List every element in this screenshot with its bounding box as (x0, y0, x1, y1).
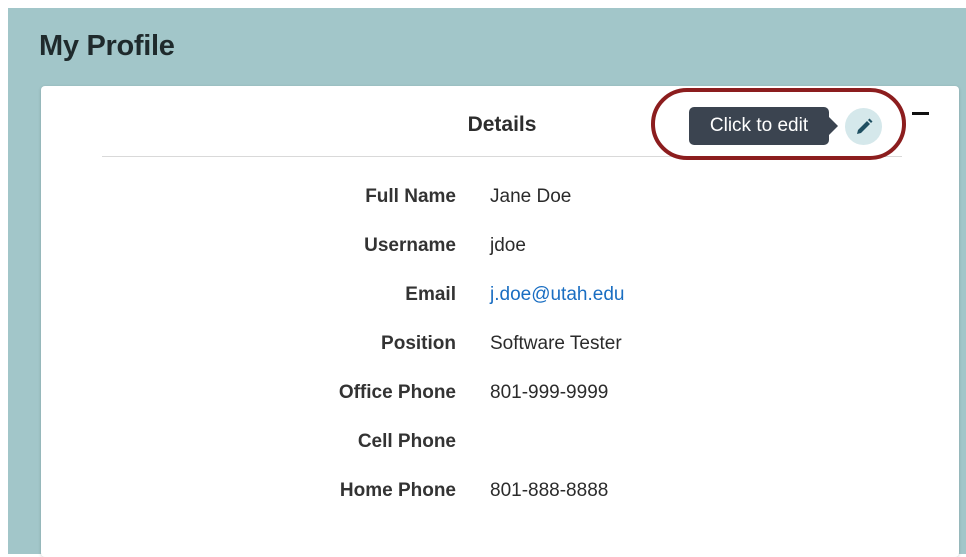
detail-row-username: Username jdoe (41, 235, 959, 265)
detail-row-position: Position Software Tester (41, 333, 959, 363)
pencil-icon (856, 118, 872, 134)
page-title: My Profile (39, 30, 175, 62)
detail-label: Full Name (365, 186, 456, 207)
minus-icon (912, 112, 929, 115)
email-link[interactable]: j.doe@utah.edu (490, 284, 624, 306)
profile-card: Details Click to edit Full Name Jane Doe… (41, 86, 959, 557)
detail-label: Office Phone (338, 382, 456, 403)
detail-row-office-phone: Office Phone 801-999-9999 (41, 382, 959, 412)
edit-button[interactable] (845, 108, 882, 145)
detail-value: jdoe (490, 235, 526, 256)
detail-row-home-phone: Home Phone 801-888-8888 (41, 480, 959, 510)
edit-tooltip: Click to edit (689, 107, 838, 145)
page-background: My Profile Details Click to edit Full Na… (8, 8, 966, 557)
detail-label: Home Phone (339, 480, 456, 501)
detail-row-email: Email j.doe@utah.edu (41, 284, 959, 314)
detail-row-cell-phone: Cell Phone (41, 431, 959, 461)
detail-value: Jane Doe (490, 186, 572, 207)
detail-value: 801-999-9999 (490, 382, 609, 403)
detail-label: Username (364, 235, 456, 256)
detail-value: Software Tester (490, 333, 622, 354)
tooltip-text: Click to edit (709, 115, 809, 136)
collapse-button[interactable] (912, 106, 930, 120)
detail-label: Cell Phone (357, 431, 456, 452)
tooltip-arrow (829, 117, 838, 135)
detail-value: 801-888-8888 (490, 480, 609, 501)
detail-row-full-name: Full Name Jane Doe (41, 186, 959, 216)
detail-label: Position (381, 333, 456, 354)
detail-label: Email (405, 284, 456, 305)
